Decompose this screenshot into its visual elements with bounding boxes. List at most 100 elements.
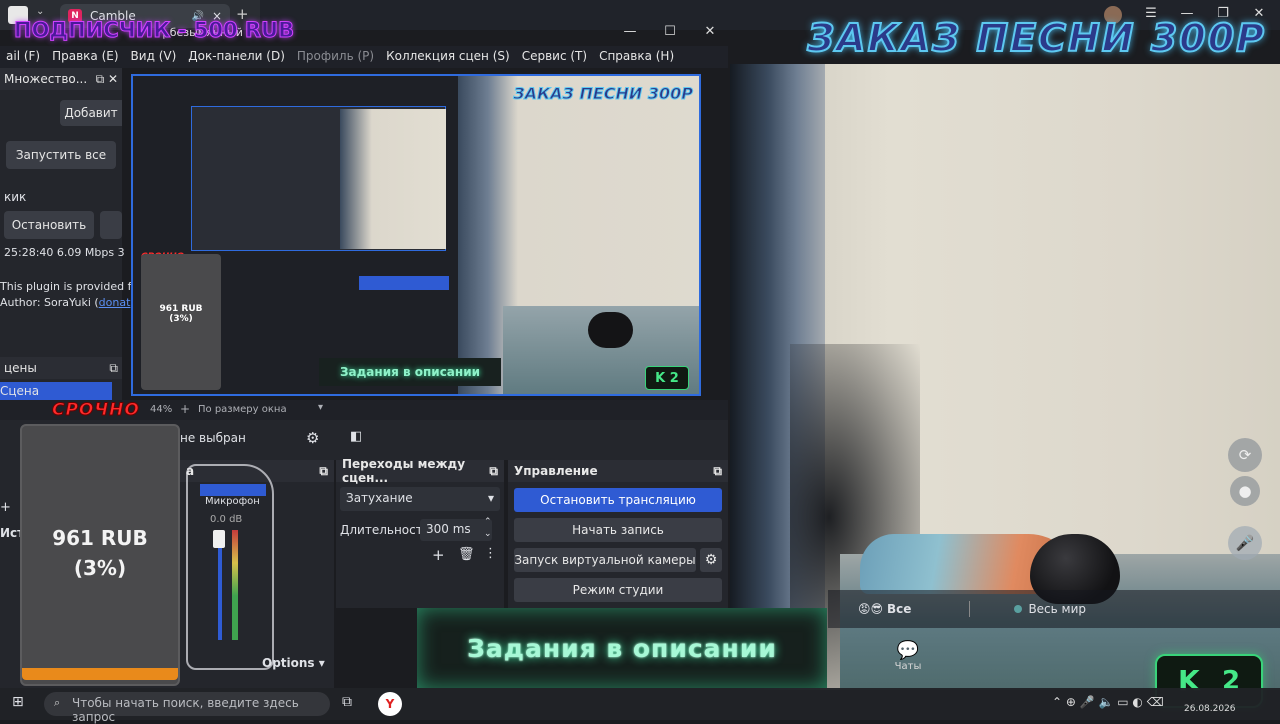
transition-dropdown-icon: ▾ bbox=[487, 491, 494, 505]
subscriber-goal: ПОДПИСЧИК - 500 RUB bbox=[13, 18, 295, 43]
preview-counter-value: 2 bbox=[669, 370, 679, 386]
start-record-button[interactable]: Начать запись bbox=[514, 518, 722, 542]
transitions-float-icon[interactable]: ⧉ bbox=[489, 464, 498, 479]
virtual-cam-settings-icon[interactable]: ⚙ bbox=[700, 548, 722, 572]
donation-percent: (3%) bbox=[73, 556, 127, 580]
mic-icon[interactable]: 🎤 bbox=[1228, 526, 1262, 560]
donation-amount: 961 RUB bbox=[52, 526, 148, 550]
fit-dropdown-icon[interactable]: ▾ bbox=[318, 402, 323, 413]
duration-spin-icon[interactable]: ⌃ ⌄ bbox=[484, 516, 492, 540]
nested-preview-inner bbox=[191, 106, 446, 251]
close-icon[interactable]: ✕ bbox=[690, 24, 730, 42]
preview-order-banner: ЗАКАЗ ПЕСНИ 300Р bbox=[513, 84, 694, 104]
more-options-icon[interactable]: ⋮ bbox=[484, 546, 497, 561]
menu-edit[interactable]: Правка (E) bbox=[46, 46, 124, 68]
start-all-button[interactable]: Запустить все bbox=[6, 141, 116, 169]
transitions-title: Переходы между сцен... bbox=[342, 457, 466, 485]
delete-transition-icon[interactable]: 🗑 bbox=[458, 547, 475, 562]
minimize-icon[interactable]: — bbox=[610, 24, 650, 42]
add-transition-icon[interactable]: + bbox=[432, 546, 445, 564]
plugin-info: This plugin is provided f bbox=[0, 280, 132, 293]
controls-header: Управление ⧉ bbox=[508, 460, 728, 482]
source-settings-icon[interactable]: ⚙ bbox=[306, 429, 319, 447]
virtual-cam-row: Запуск виртуальной камеры ⚙ bbox=[514, 548, 722, 572]
controls-float-icon[interactable]: ⧉ bbox=[713, 464, 722, 479]
multistream-dock: Множество... ⧉ ✕ Добавит Запустить все к… bbox=[0, 68, 131, 402]
chat-bubble-icon: 💬 bbox=[896, 640, 920, 661]
emoji-icon: 😡😎 bbox=[858, 602, 884, 616]
chat-filter-strip: 😡😎 Все Весь мир bbox=[828, 590, 1280, 628]
dock-title: Множество... bbox=[4, 72, 88, 86]
transitions-panel: Переходы между сцен... ⧉ Затухание ▾ Длит… bbox=[336, 457, 504, 608]
source-filters-icon[interactable]: ◧ bbox=[350, 429, 362, 444]
scenes-title: цены bbox=[4, 361, 37, 375]
author-info: Author: SoraYuki (donat bbox=[0, 296, 130, 309]
transitions-header: Переходы между сцен... ⧉ bbox=[336, 457, 504, 485]
transition-value: Затухание bbox=[346, 491, 413, 505]
zoom-in-icon[interactable]: + bbox=[180, 402, 190, 416]
taskbar-search-input[interactable]: Чтобы начать поиск, введите здесь запрос bbox=[44, 692, 330, 724]
scenes-float-icon[interactable]: ⧉ bbox=[109, 361, 118, 376]
add-button[interactable]: Добавит bbox=[60, 100, 122, 126]
menu-bar: ail (F) Правка (E) Вид (V) Док-панели (D… bbox=[0, 46, 728, 68]
chevron-down-icon[interactable]: ⌄ bbox=[36, 6, 44, 17]
preview-mic bbox=[588, 312, 633, 348]
chat-world[interactable]: Весь мир bbox=[1028, 602, 1086, 616]
zoom-value: 44% bbox=[150, 404, 173, 415]
stop-button[interactable]: Остановить bbox=[4, 211, 94, 239]
globe-icon bbox=[1014, 605, 1023, 613]
donate-link[interactable]: donat bbox=[99, 296, 131, 309]
donation-progress-bar bbox=[22, 668, 178, 680]
controls-title: Управление bbox=[514, 464, 598, 478]
virtual-cam-button[interactable]: Запуск виртуальной камеры bbox=[514, 548, 696, 572]
preview-tasks: Задания в описании bbox=[319, 358, 501, 386]
rotate-icon[interactable]: ⟳ bbox=[1228, 438, 1262, 472]
yandex-browser-icon[interactable]: Y bbox=[378, 692, 402, 716]
author-prefix: Author: SoraYuki ( bbox=[0, 296, 99, 309]
studio-mode-button[interactable]: Режим студии bbox=[514, 578, 722, 602]
stop-stream-button[interactable]: Остановить трансляцию bbox=[514, 488, 722, 512]
menu-scene-collection[interactable]: Коллекция сцен (S) bbox=[380, 46, 516, 68]
nested-camera bbox=[340, 109, 446, 249]
menu-profile[interactable]: Профиль (P) bbox=[291, 46, 380, 68]
duration-stepper[interactable]: 300 ms bbox=[420, 519, 492, 541]
menu-file[interactable]: ail (F) bbox=[0, 46, 46, 68]
preview-canvas[interactable]: СРОЧНО ЗАКАЗ ПЕСНИ 300Р 961 RUB (3%) Зад… bbox=[131, 74, 701, 396]
chat-all[interactable]: Все bbox=[887, 602, 911, 616]
taskbar-date: 26.08.2026 bbox=[1184, 704, 1236, 714]
order-song-banner: ЗАКАЗ ПЕСНИ 300Р bbox=[806, 15, 1266, 61]
chat-divider bbox=[969, 601, 971, 617]
dock-header: Множество... ⧉ ✕ bbox=[0, 68, 122, 90]
duration-value: 300 ms bbox=[426, 522, 471, 536]
preview-counter: K 2 bbox=[645, 366, 689, 390]
settings-stub-button[interactable] bbox=[100, 211, 122, 239]
mixer-float-icon[interactable]: ⧉ bbox=[319, 464, 328, 479]
tray-icons[interactable]: ⌃ ⊕ 🎤 🔈 ▭ ◐ ⌫ bbox=[1052, 695, 1164, 709]
donation-amount-block: 961 RUB (3%) bbox=[20, 523, 180, 583]
preview-donation-percent: (3%) bbox=[169, 314, 193, 324]
add-source-icon[interactable]: + bbox=[0, 500, 11, 515]
chats-label: Чаты bbox=[894, 661, 922, 672]
maximize-icon[interactable]: ☐ bbox=[650, 24, 690, 42]
scene-item[interactable]: Сцена bbox=[0, 382, 112, 402]
no-source-label: не выбран bbox=[180, 431, 246, 445]
menu-tools[interactable]: Сервис (T) bbox=[516, 46, 593, 68]
transition-select[interactable]: Затухание ▾ bbox=[340, 487, 500, 511]
mixer-overlay-sketch bbox=[186, 464, 274, 670]
scenes-header: цены ⧉ bbox=[0, 357, 122, 379]
chats-button[interactable]: 💬 Чаты bbox=[878, 640, 938, 672]
kick-label: кик bbox=[4, 190, 27, 204]
nested-stop-button bbox=[359, 276, 449, 290]
controls-panel: Управление ⧉ Остановить трансляцию Начат… bbox=[508, 460, 728, 608]
menu-docks[interactable]: Док-панели (D) bbox=[182, 46, 291, 68]
preview-donation: 961 RUB (3%) bbox=[141, 254, 221, 390]
duration-label: Длительность bbox=[340, 523, 430, 537]
menu-view[interactable]: Вид (V) bbox=[125, 46, 183, 68]
dot-icon[interactable]: ● bbox=[1230, 476, 1260, 506]
menu-help[interactable]: Справка (H) bbox=[593, 46, 680, 68]
preview-donation-amount: 961 RUB bbox=[159, 304, 203, 314]
task-view-icon[interactable]: ⧉ bbox=[342, 694, 352, 710]
dock-float-icon[interactable]: ⧉ ✕ bbox=[96, 72, 118, 87]
start-icon[interactable]: ⊞ bbox=[12, 694, 24, 710]
fit-select[interactable]: По размеру окна bbox=[198, 404, 287, 415]
